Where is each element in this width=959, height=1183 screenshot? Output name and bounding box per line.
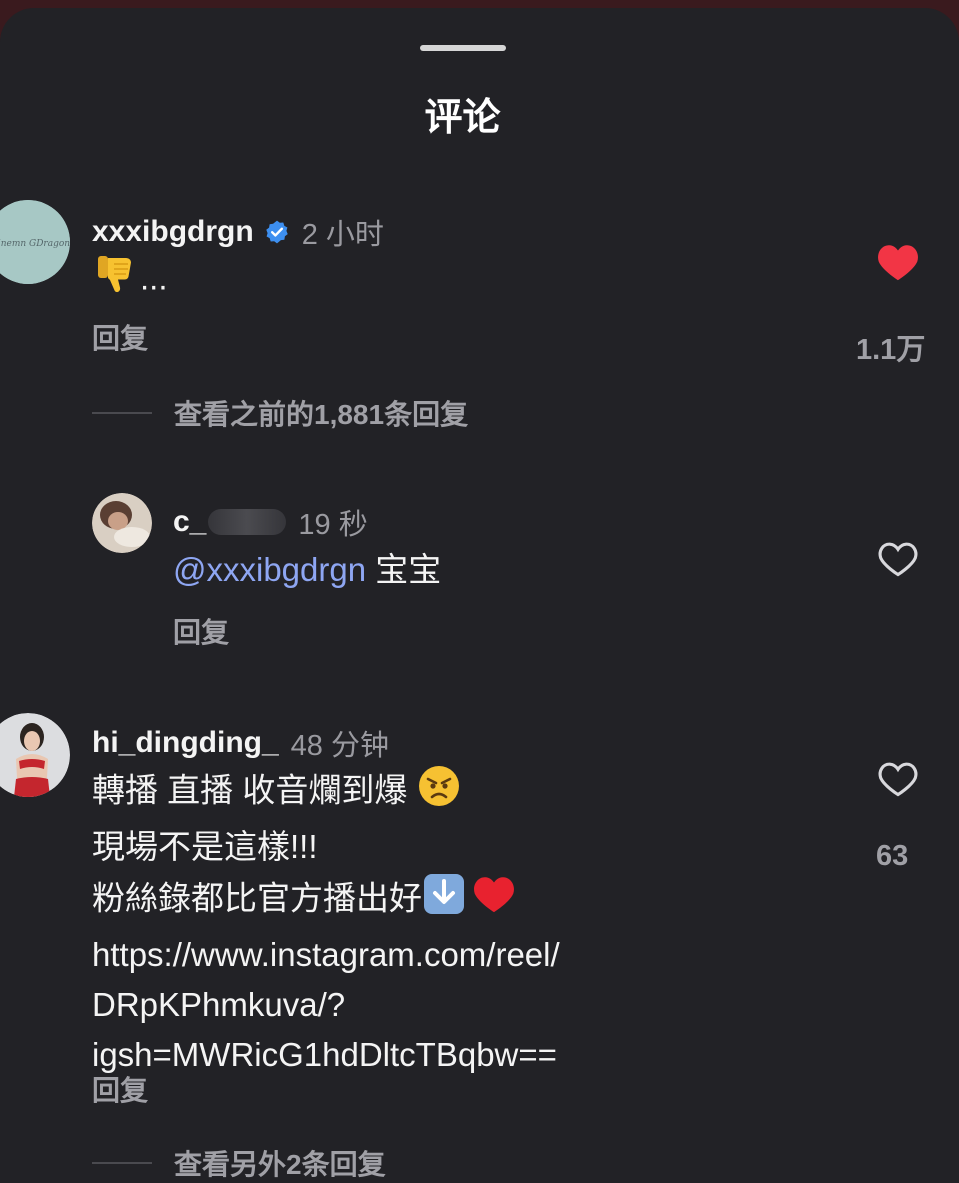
view-previous-replies[interactable]: 查看之前的1,881条回复 (92, 393, 468, 433)
mention-link[interactable]: @xxxibgdrgn (173, 551, 366, 588)
avatar[interactable] (92, 493, 152, 553)
comment-line: 現場不是這樣!!! (92, 828, 318, 865)
verified-badge-icon (264, 219, 290, 245)
comment-time: 19 秒 (298, 509, 368, 541)
sheet-title: 评论 (424, 97, 501, 139)
comments-sheet: 评论 Ninemn GDragon xxxibgdrgn 2 小时 ... 回复 (0, 8, 959, 1183)
sheet-drag-handle[interactable] (420, 45, 506, 51)
divider-line (92, 412, 152, 414)
heart-filled-icon (878, 245, 918, 281)
down-arrow-button-icon (422, 872, 466, 930)
reply-button[interactable]: 回复 (92, 317, 148, 357)
angry-face-icon (417, 764, 461, 822)
comment-text: ... (92, 250, 168, 312)
comment-header: hi_dingding_ 48 分钟 (92, 722, 389, 764)
red-heart-icon (472, 874, 516, 928)
comment-text: 轉播 直播 收音爛到爆 現場不是這樣!!! 粉絲錄都比官方播出好 https:/… (92, 764, 560, 1080)
avatar-image (92, 493, 152, 553)
like-button[interactable] (868, 540, 928, 578)
like-button[interactable] (868, 760, 928, 798)
avatar[interactable]: Ninemn GDragon (0, 200, 70, 284)
avatar-image: Ninemn GDragon (0, 200, 70, 284)
avatar-script: Ninemn GDragon (0, 239, 70, 249)
comment-time: 48 分钟 (290, 730, 389, 762)
comment-line: 粉絲錄都比官方播出好 (92, 872, 560, 930)
comment-header: xxxibgdrgn 2 小时 (92, 211, 384, 253)
comment-header: c_ 19 秒 (173, 501, 368, 543)
like-count: 63 (876, 840, 909, 872)
comment-link-line[interactable]: igsh=MWRicG1hdDltcTBqbw== (92, 1030, 560, 1080)
heart-outline-icon (878, 762, 918, 797)
like-count: 1.1万 (856, 334, 926, 366)
avatar-image (0, 713, 70, 797)
avatar[interactable] (0, 713, 70, 797)
thumbs-down-icon (92, 250, 140, 312)
username[interactable]: hi_dingding_ (92, 726, 279, 760)
comment-link-line[interactable]: https://www.instagram.com/reel/ (92, 930, 560, 980)
view-more-replies[interactable]: 查看另外2条回复 (92, 1143, 386, 1183)
like-button[interactable] (868, 242, 928, 282)
obscured-username-blur (208, 509, 287, 535)
comment-time: 2 小时 (301, 219, 384, 251)
divider-line (92, 1162, 152, 1164)
view-previous-replies-label: 查看之前的1,881条回复 (174, 399, 469, 430)
reply-button[interactable]: 回复 (92, 1069, 148, 1109)
comment-link-line[interactable]: DRpKPhmkuva/? (92, 980, 560, 1030)
comment-text-body: 宝宝 (375, 551, 442, 588)
heart-outline-icon (878, 542, 918, 577)
username[interactable]: xxxibgdrgn (92, 215, 254, 249)
comment-text-suffix: ... (140, 259, 168, 297)
username[interactable]: c_ (173, 505, 206, 539)
view-more-replies-label: 查看另外2条回复 (174, 1149, 386, 1180)
reply-button[interactable]: 回复 (173, 611, 229, 651)
comment-line: 轉播 直播 收音爛到爆 (92, 764, 560, 822)
comment-text: @xxxibgdrgn 宝宝 (173, 545, 441, 595)
